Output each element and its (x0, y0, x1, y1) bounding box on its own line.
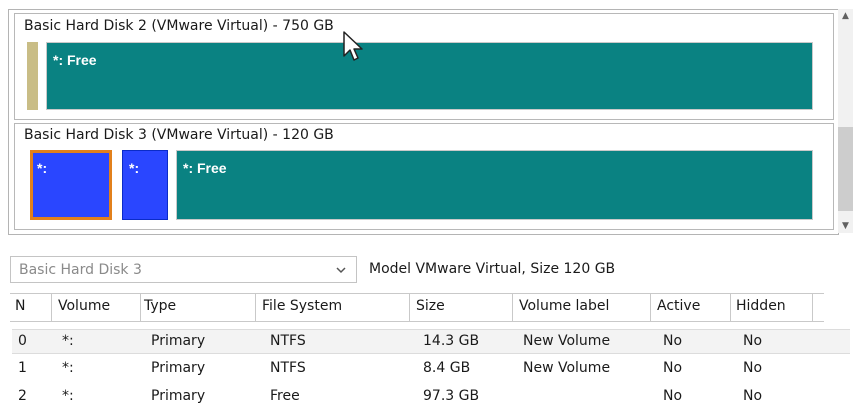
cell-fs: NTFS (270, 333, 306, 349)
partition-label: *: Free (53, 52, 97, 68)
disk-select-value: Basic Hard Disk 3 (19, 262, 142, 278)
disk2-free-partition[interactable]: *: Free (46, 42, 813, 110)
disk-map-scrollbar[interactable]: ▲ ▼ (838, 9, 853, 233)
disk-title: Basic Hard Disk 3 (VMware Virtual) - 120… (24, 127, 334, 143)
partition-label: *: Free (183, 160, 227, 176)
disk-select[interactable]: Basic Hard Disk 3 (10, 256, 357, 283)
column-header-volume[interactable]: Volume (58, 298, 110, 314)
column-divider[interactable] (812, 294, 813, 321)
scroll-down-icon[interactable]: ▼ (838, 219, 853, 233)
cell-active: No (663, 333, 683, 349)
cell-type: Primary (151, 360, 206, 376)
partition-label: *: (129, 160, 140, 176)
disk-model-info: Model VMware Virtual, Size 120 GB (369, 261, 616, 277)
cell-hidden: No (743, 388, 763, 404)
cell-label: New Volume (523, 360, 611, 376)
cell-label: New Volume (523, 333, 611, 349)
column-divider[interactable] (512, 294, 513, 321)
partition-label: *: (37, 160, 48, 176)
column-divider[interactable] (51, 294, 52, 321)
cell-size: 8.4 GB (423, 360, 471, 376)
cell-size: 97.3 GB (423, 388, 480, 404)
mouse-pointer-icon (343, 31, 363, 61)
cell-type: Primary (151, 333, 206, 349)
column-header-n[interactable]: N (15, 298, 25, 314)
cell-hidden: No (743, 360, 763, 376)
scroll-up-icon[interactable]: ▲ (838, 9, 853, 23)
cell-active: No (663, 360, 683, 376)
table-header-top-border (10, 293, 824, 294)
column-header-size[interactable]: Size (416, 298, 445, 314)
column-header-file-system[interactable]: File System (262, 298, 342, 314)
column-header-volume-label[interactable]: Volume label (519, 298, 609, 314)
column-divider[interactable] (409, 294, 410, 321)
disk3-partition-1[interactable]: *: (122, 150, 168, 220)
column-header-type[interactable]: Type (144, 298, 176, 314)
cell-volume: *: (62, 333, 74, 349)
column-header-hidden[interactable]: Hidden (736, 298, 786, 314)
cell-fs: NTFS (270, 360, 306, 376)
cell-size: 14.3 GB (423, 333, 480, 349)
cell-n: 2 (18, 388, 27, 404)
cell-volume: *: (62, 360, 74, 376)
disk3-partition-0[interactable]: *: (30, 150, 112, 220)
cell-volume: *: (62, 388, 74, 404)
chevron-down-icon[interactable] (334, 263, 348, 277)
table-header-bottom-border (10, 321, 824, 322)
column-divider[interactable] (255, 294, 256, 321)
cell-n: 0 (18, 333, 27, 349)
column-divider[interactable] (140, 294, 141, 321)
cell-active: No (663, 388, 683, 404)
cell-type: Primary (151, 388, 206, 404)
cell-n: 1 (18, 360, 27, 376)
column-header-active[interactable]: Active (657, 298, 700, 314)
column-divider[interactable] (650, 294, 651, 321)
cell-hidden: No (743, 333, 763, 349)
disk-title: Basic Hard Disk 2 (VMware Virtual) - 750… (24, 18, 334, 34)
disk3-free-partition[interactable]: *: Free (176, 150, 813, 220)
disk2-reserved-partition[interactable] (27, 42, 38, 110)
column-divider[interactable] (730, 294, 731, 321)
scrollbar-thumb[interactable] (838, 127, 853, 211)
cell-fs: Free (270, 388, 300, 404)
